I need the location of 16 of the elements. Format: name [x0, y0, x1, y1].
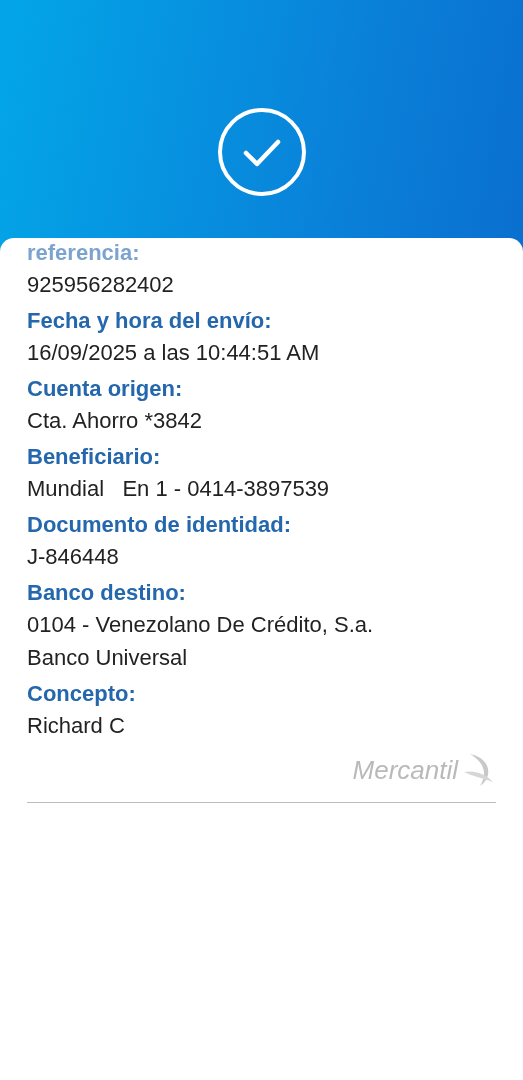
field-value: Cta. Ahorro *3842 — [27, 407, 203, 435]
field-value: 925956282402 — [27, 271, 175, 299]
field-value: Richard C — [27, 712, 126, 740]
field-label: Banco destino: — [27, 579, 187, 607]
field-label: Documento de identidad: — [27, 511, 292, 539]
field-value: Mundial En 1 - 0414-3897539 — [27, 475, 331, 503]
field-label: Beneficiario: — [27, 443, 162, 471]
field-value: 16/09/2025 a las 10:44:51 AM — [27, 339, 321, 367]
field-label: Fecha y hora del envío: — [27, 307, 273, 335]
field-label: referencia: — [27, 239, 141, 267]
field-label: Concepto: — [27, 680, 137, 708]
field-label: Cuenta origen: — [27, 375, 184, 403]
field-value: J-846448 — [27, 543, 120, 571]
field-value: 0104 - Venezolano De Crédito, S.a. Banco Universal — [27, 611, 375, 672]
success-check-icon — [216, 107, 307, 197]
bank-logo-text: Mercantil — [352, 754, 458, 786]
